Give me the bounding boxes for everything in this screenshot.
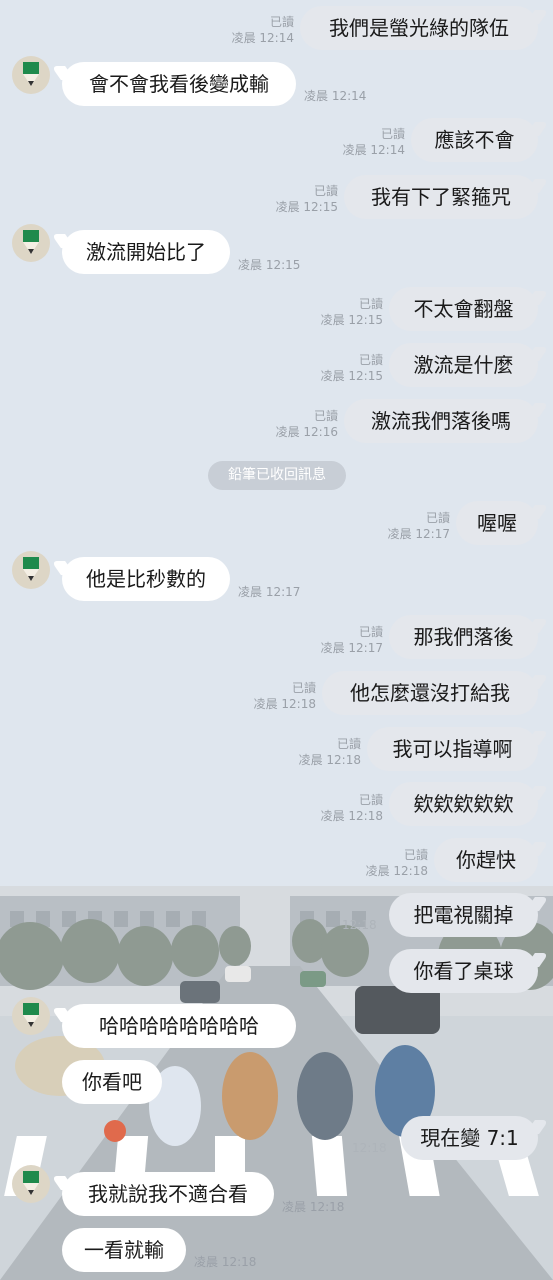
message-time: 凌晨 12:18 (365, 864, 428, 878)
incoming-message-bubble[interactable]: 一看就輸 (62, 1228, 186, 1272)
message-meta: 已讀 凌晨 12:16 (238, 408, 338, 440)
message-time: 凌晨 12:15 (238, 258, 301, 272)
read-receipt: 已讀 (358, 353, 383, 367)
pencil-avatar-icon (23, 1171, 39, 1195)
unsent-message-notice: 鉛筆已收回訊息 (208, 461, 346, 490)
read-receipt: 已讀 (313, 409, 338, 423)
incoming-message-bubble[interactable]: 哈哈哈哈哈哈哈哈 (62, 1004, 296, 1048)
message-meta: 已讀 凌晨 12:17 (283, 624, 383, 656)
read-receipt: 已讀 (358, 625, 383, 639)
message-meta: 已讀 凌晨 12:15 (238, 183, 338, 215)
message-time: 凌晨 12:18 (282, 1200, 345, 1214)
message-time: 凌晨 12:18 (298, 753, 361, 767)
incoming-message-bubble[interactable]: 我就說我不適合看 (62, 1172, 274, 1216)
message-meta: 已讀 凌晨 12:15 (283, 352, 383, 384)
message-time: 凌晨 12:17 (387, 527, 450, 541)
outgoing-message-bubble[interactable]: 喔喔 (456, 501, 538, 545)
outgoing-message-bubble[interactable]: 激流是什麼 (389, 343, 538, 387)
pencil-avatar-icon (23, 230, 39, 254)
read-receipt: 已讀 (403, 848, 428, 862)
message-time: 凌晨 12:15 (320, 313, 383, 327)
outgoing-message-bubble[interactable]: 他怎麼還沒打給我 (322, 671, 538, 715)
contact-avatar[interactable] (12, 56, 50, 94)
message-meta: 已讀 凌晨 12:14 (200, 14, 294, 46)
contact-avatar[interactable] (12, 997, 50, 1035)
outgoing-message-bubble[interactable]: 你趕快 (434, 838, 538, 882)
outgoing-message-bubble[interactable]: 那我們落後 (389, 615, 538, 659)
read-receipt: 已讀 (425, 511, 450, 525)
message-meta: 已讀 凌晨 12:14 (305, 126, 405, 158)
message-time: 凌晨 12:15 (320, 369, 383, 383)
message-meta: 已讀 凌晨 12:18 (328, 847, 428, 879)
chat-area[interactable]: 我們是螢光綠的隊伍 已讀 凌晨 12:14 會不會我看後變成輸 凌晨 12:14… (0, 0, 553, 1280)
read-receipt: 已讀 (291, 681, 316, 695)
message-time: 凌晨 12:18 (194, 1255, 257, 1269)
read-receipt: 已讀 (358, 793, 383, 807)
read-receipt: 已讀 (269, 15, 294, 29)
message-time: 凌晨 12:18 (253, 697, 316, 711)
pencil-avatar-icon (23, 62, 39, 86)
message-time: 凌晨 12:17 (238, 585, 301, 599)
incoming-message-bubble[interactable]: 他是比秒數的 (62, 557, 230, 601)
outgoing-message-bubble[interactable]: 我有下了緊箍咒 (344, 175, 538, 219)
pencil-avatar-icon (23, 1003, 39, 1027)
outgoing-message-bubble[interactable]: 激流我們落後嗎 (344, 399, 538, 443)
pencil-avatar-icon (23, 557, 39, 581)
message-meta: 已讀 凌晨 12:17 (350, 510, 450, 542)
outgoing-message-bubble[interactable]: 你看了桌球 (389, 949, 538, 993)
outgoing-message-bubble[interactable]: 不太會翻盤 (389, 287, 538, 331)
outgoing-message-bubble[interactable]: 我們是螢光綠的隊伍 (300, 6, 538, 50)
incoming-message-bubble[interactable]: 會不會我看後變成輸 (62, 62, 296, 106)
message-meta: 已讀 凌晨 12:18 (216, 680, 316, 712)
outgoing-message-bubble[interactable]: 欸欸欸欸欸 (389, 782, 538, 826)
message-time: 凌晨 12:15 (275, 200, 338, 214)
message-time: 凌晨 12:14 (304, 89, 367, 103)
message-time: 凌晨 12:18 (320, 809, 383, 823)
message-meta: 已讀 凌晨 12:15 (283, 296, 383, 328)
message-time: 凌晨 12:16 (275, 425, 338, 439)
contact-avatar[interactable] (12, 551, 50, 589)
outgoing-message-bubble[interactable]: 現在變 7:1 (401, 1116, 538, 1160)
message-time: 凌晨 12:14 (342, 143, 405, 157)
message-meta: 已讀 凌晨 12:18 (261, 736, 361, 768)
contact-avatar[interactable] (12, 224, 50, 262)
read-receipt: 已讀 (336, 737, 361, 751)
read-receipt: 已讀 (380, 127, 405, 141)
contact-avatar[interactable] (12, 1165, 50, 1203)
message-time: 12:18 (342, 918, 377, 932)
message-time: 凌晨 12:14 (231, 31, 294, 45)
message-time: 凌晨 12:17 (320, 641, 383, 655)
incoming-message-bubble[interactable]: 激流開始比了 (62, 230, 230, 274)
incoming-message-bubble[interactable]: 你看吧 (62, 1060, 162, 1104)
read-receipt: 已讀 (313, 184, 338, 198)
outgoing-message-bubble[interactable]: 應該不會 (411, 118, 538, 162)
outgoing-message-bubble[interactable]: 把電視關掉 (389, 893, 538, 937)
outgoing-message-bubble[interactable]: 我可以指導啊 (367, 727, 538, 771)
message-time: 12:18 (352, 1141, 387, 1155)
message-meta: 已讀 凌晨 12:18 (283, 792, 383, 824)
read-receipt: 已讀 (358, 297, 383, 311)
